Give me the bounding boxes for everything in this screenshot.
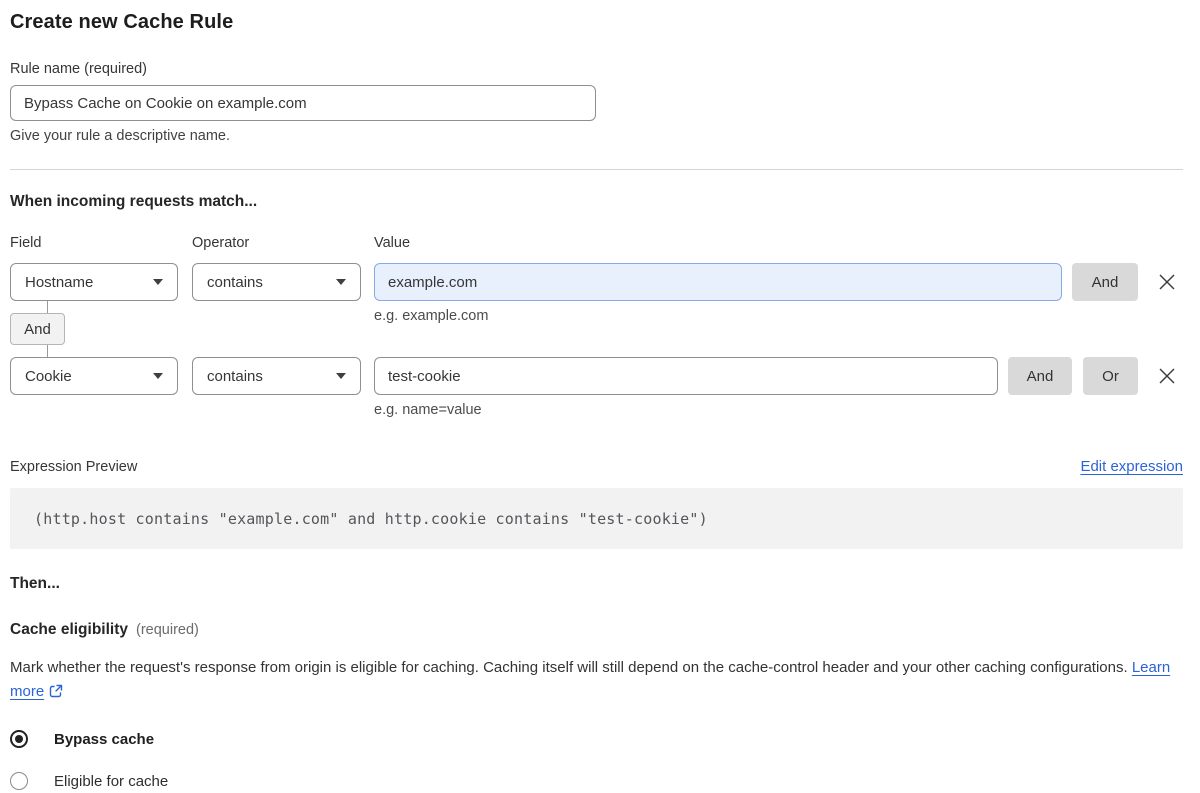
then-heading: Then... xyxy=(10,575,60,592)
and-button-row-2[interactable]: And xyxy=(1008,357,1072,395)
condition-column-headers: Field Operator Value xyxy=(10,235,1183,251)
value-column-label: Value xyxy=(374,235,411,251)
field-select-1-value: Hostname xyxy=(25,273,94,291)
chevron-down-icon xyxy=(153,373,163,379)
radio-option-bypass-cache[interactable]: Bypass cache xyxy=(10,730,154,748)
rule-name-help: Give your rule a descriptive name. xyxy=(10,128,231,144)
edit-expression-link[interactable]: Edit expression xyxy=(1080,458,1183,475)
and-connector-button[interactable]: And xyxy=(10,313,65,345)
condition-row-2: Cookie contains And Or xyxy=(10,357,1183,395)
field-column-label: Field xyxy=(10,235,42,251)
value-input-1[interactable] xyxy=(374,263,1062,301)
expression-code-block: (http.host contains "example.com" and ht… xyxy=(10,488,1183,549)
connector-zone: e.g. example.com And xyxy=(10,301,1183,357)
external-link-icon xyxy=(49,682,63,706)
cache-eligibility-description: Mark whether the request's response from… xyxy=(10,656,1183,706)
chevron-down-icon xyxy=(336,279,346,285)
expression-header: Expression Preview Edit expression xyxy=(10,458,1183,475)
operator-select-1-value: contains xyxy=(207,273,263,291)
remove-condition-2-button[interactable] xyxy=(1155,364,1179,388)
and-button-row-1[interactable]: And xyxy=(1072,263,1138,301)
section-divider xyxy=(10,169,1183,170)
cache-eligibility-heading: Cache eligibility xyxy=(10,621,129,638)
create-cache-rule-form: Create new Cache Rule Rule name (require… xyxy=(0,11,1200,790)
field-select-2[interactable]: Cookie xyxy=(10,357,178,395)
close-icon xyxy=(1159,368,1175,384)
or-button-row-2[interactable]: Or xyxy=(1083,357,1138,395)
operator-select-2[interactable]: contains xyxy=(192,357,361,395)
radio-label: Eligible for cache xyxy=(54,772,169,790)
radio-button-icon[interactable] xyxy=(10,730,28,748)
cache-eligibility-heading-row: Cache eligibility (required) xyxy=(10,621,1183,639)
rule-name-input[interactable] xyxy=(10,85,596,121)
operator-column-label: Operator xyxy=(192,235,250,251)
expression-preview-label: Expression Preview xyxy=(10,459,138,475)
close-icon xyxy=(1159,274,1175,290)
description-text: Mark whether the request's response from… xyxy=(10,659,1128,676)
remove-condition-1-button[interactable] xyxy=(1155,270,1179,294)
value-input-2[interactable] xyxy=(374,357,998,395)
field-select-2-value: Cookie xyxy=(25,367,72,385)
radio-option-eligible-for-cache[interactable]: Eligible for cache xyxy=(10,772,168,790)
page-title: Create new Cache Rule xyxy=(10,11,234,33)
radio-label: Bypass cache xyxy=(54,730,155,748)
rule-name-label: Rule name (required) xyxy=(10,61,148,77)
chevron-down-icon xyxy=(336,373,346,379)
operator-select-2-value: contains xyxy=(207,367,263,385)
required-note: (required) xyxy=(136,622,199,638)
condition-row-1: Hostname contains And xyxy=(10,263,1183,301)
value-hint-1: e.g. example.com xyxy=(374,308,489,324)
chevron-down-icon xyxy=(153,279,163,285)
radio-button-icon[interactable] xyxy=(10,772,28,790)
operator-select-1[interactable]: contains xyxy=(192,263,361,301)
connector-line xyxy=(47,301,48,313)
value-hint-2: e.g. name=value xyxy=(374,402,482,418)
field-select-1[interactable]: Hostname xyxy=(10,263,178,301)
connector-line xyxy=(47,345,48,357)
match-heading: When incoming requests match... xyxy=(10,193,258,210)
